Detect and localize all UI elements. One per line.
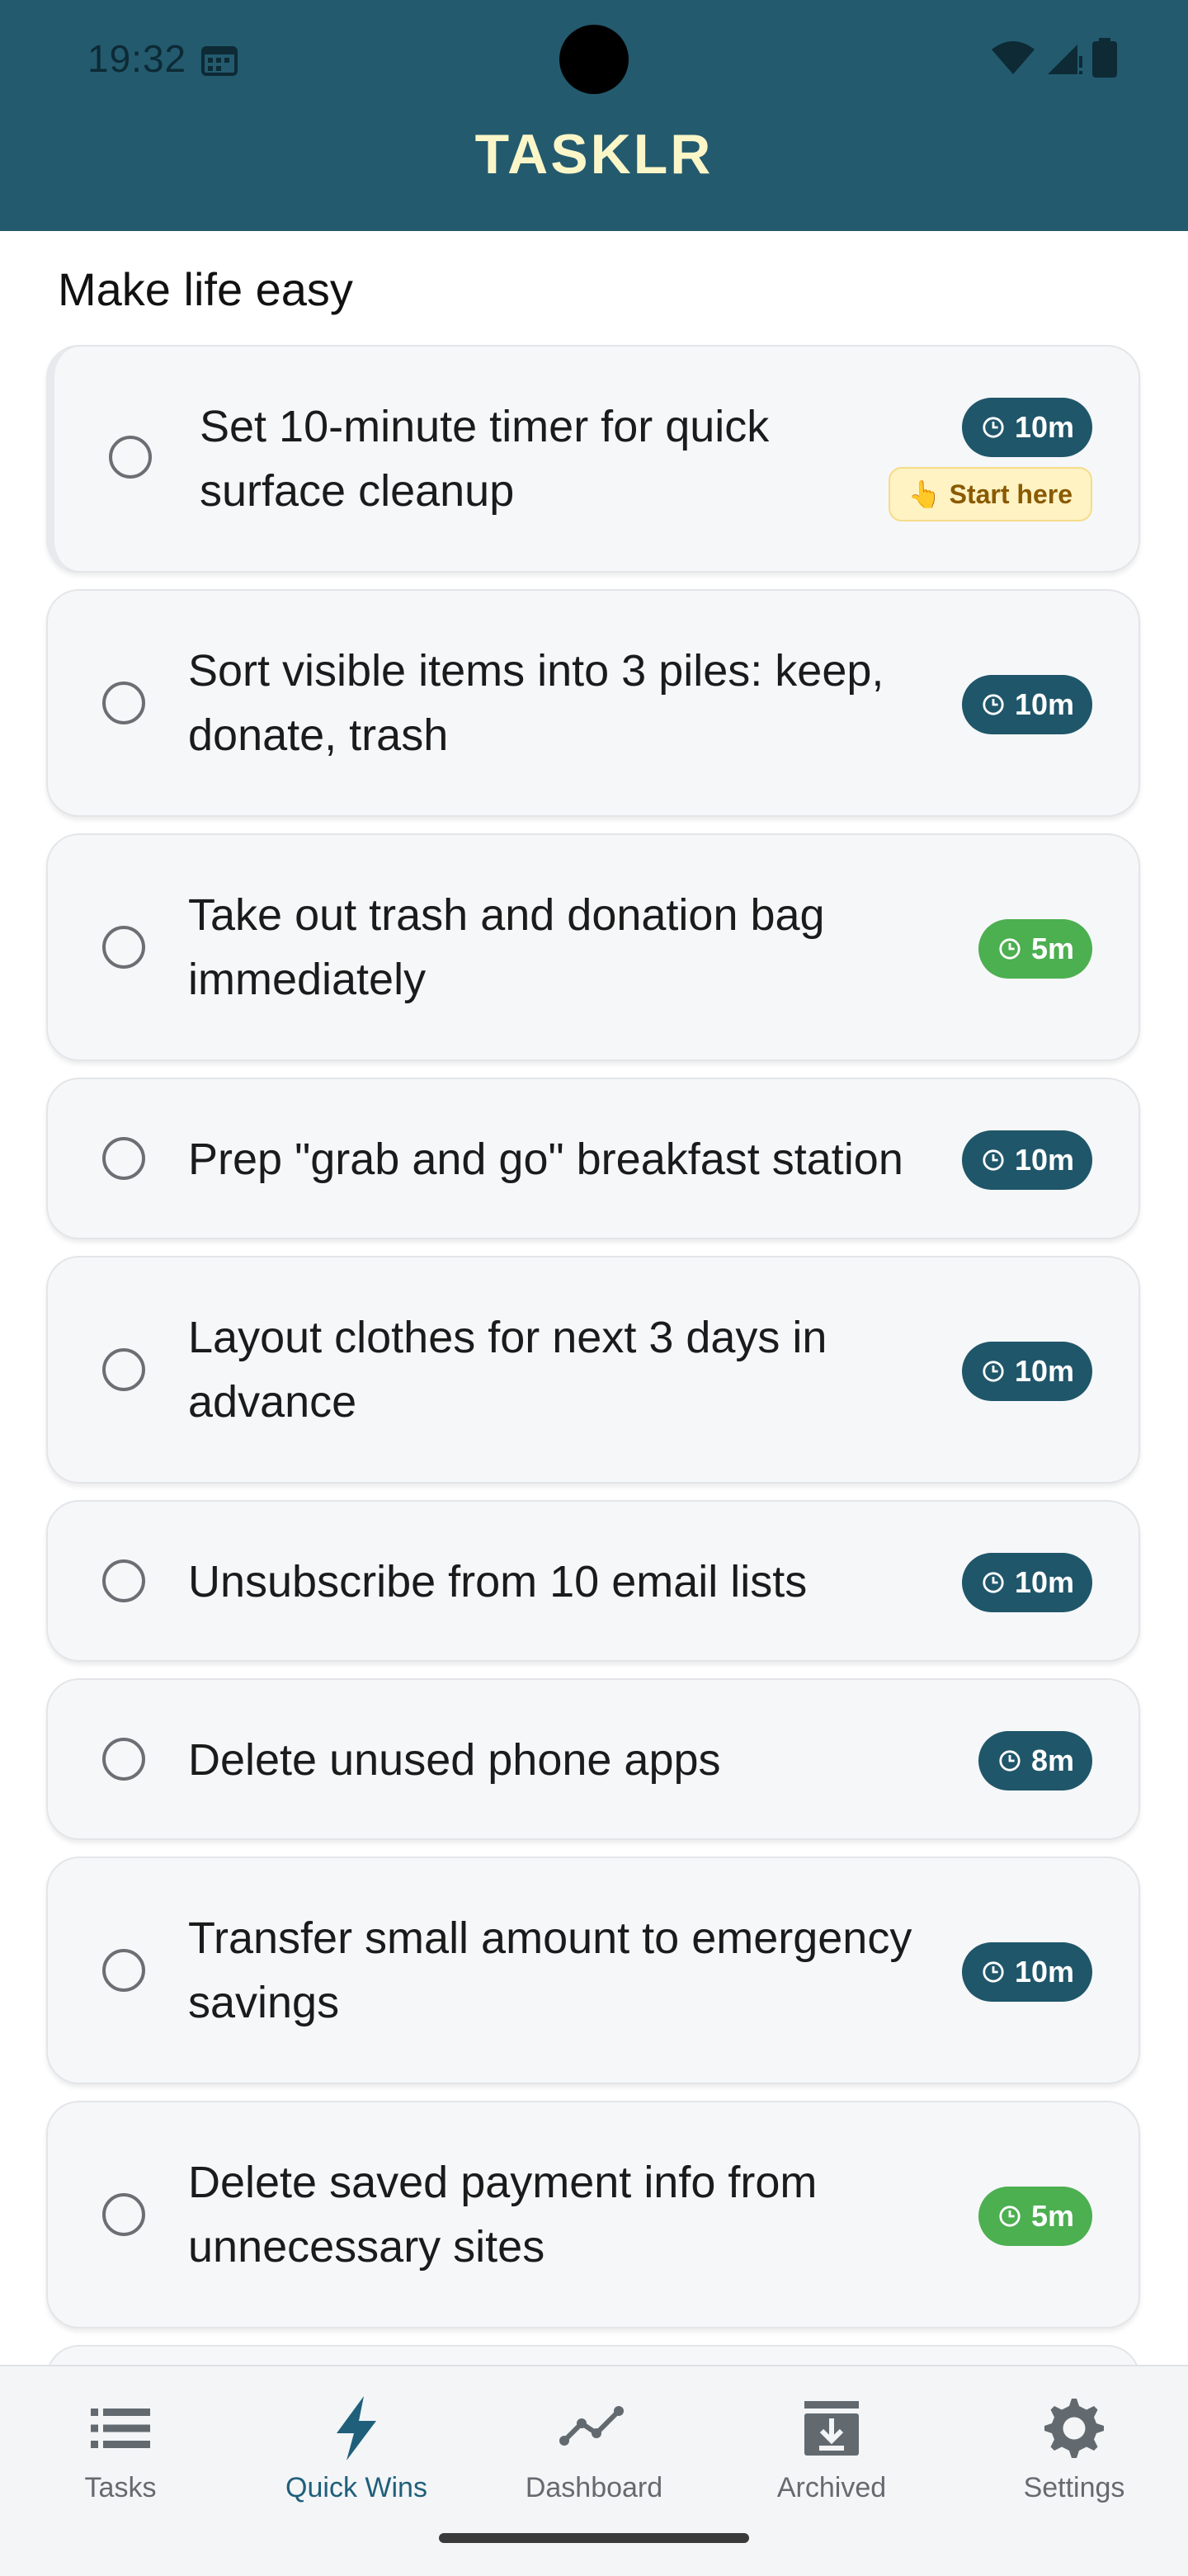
duration-badge: 8m [978, 1731, 1092, 1790]
task-text: Transfer small amount to emergency savin… [188, 1913, 912, 2027]
hint-label: Start here [949, 479, 1072, 509]
duration-label: 10m [1014, 1565, 1074, 1599]
task-text: Sort visible items into 3 piles: keep, d… [188, 646, 884, 760]
task-text: Delete saved payment info from unnecessa… [188, 2158, 818, 2272]
list-icon [91, 2409, 150, 2448]
duration-badge: 10m [961, 1942, 1092, 2002]
task-text: Delete unused phone apps [188, 1735, 721, 1785]
task-card[interactable]: Transfer small amount to emergency savin… [46, 1857, 1140, 2084]
clock-icon [999, 938, 1021, 960]
duration-badge: 10m [961, 1342, 1092, 1401]
task-card[interactable]: Delete unused phone apps 8m [46, 1678, 1140, 1840]
task-card[interactable]: Prep "grab and go" breakfast station 10m [46, 1078, 1140, 1239]
task-checkbox[interactable] [102, 1738, 145, 1781]
duration-label: 10m [1014, 1955, 1074, 1989]
duration-badge: 5m [978, 919, 1092, 979]
task-checkbox[interactable] [102, 1348, 145, 1391]
lightning-icon [337, 2396, 376, 2460]
duration-label: 10m [1014, 1354, 1074, 1388]
task-checkbox[interactable] [109, 436, 152, 479]
clock-icon [983, 1961, 1004, 1983]
task-card[interactable]: Delete saved payment info from unnecessa… [46, 2101, 1140, 2328]
task-card[interactable]: Set 10-minute timer for quick surface cl… [46, 345, 1140, 573]
clock-icon [983, 417, 1004, 438]
nav-label: Tasks [84, 2472, 157, 2503]
task-checkbox[interactable] [102, 1949, 145, 1992]
task-text: Set 10-minute timer for quick surface cl… [200, 402, 770, 516]
nav-label: Dashboard [525, 2472, 663, 2503]
clock-icon [983, 1361, 1004, 1382]
task-card[interactable]: Sort visible items into 3 piles: keep, d… [46, 589, 1140, 817]
task-checkbox[interactable] [102, 2193, 145, 2236]
clock-icon [983, 694, 1004, 715]
duration-label: 5m [1030, 932, 1074, 965]
clock-icon [999, 2206, 1021, 2227]
duration-label: 10m [1014, 687, 1074, 721]
clock-icon [983, 1149, 1004, 1171]
task-checkbox[interactable] [102, 682, 145, 724]
status-icons [990, 38, 1117, 78]
nav-label: Quick Wins [285, 2472, 427, 2503]
wifi-icon [992, 41, 1035, 74]
home-indicator[interactable] [439, 2533, 749, 2543]
duration-label: 10m [1014, 410, 1074, 444]
battery-icon [1092, 38, 1117, 78]
camera-cutout [559, 25, 629, 94]
status-time: 19:32 [87, 37, 187, 80]
pointing-hand-icon: 👆 [908, 479, 941, 509]
duration-badge: 10m [961, 675, 1092, 734]
cell-signal-icon [1048, 45, 1082, 74]
duration-label: 10m [1014, 1143, 1074, 1177]
duration-badge: 10m [961, 1130, 1092, 1190]
calendar-icon [201, 46, 238, 76]
chart-line-icon [559, 2406, 624, 2446]
duration-label: 5m [1030, 2199, 1074, 2233]
task-text: Prep "grab and go" breakfast station [188, 1135, 903, 1184]
app-title: TASKLR [474, 123, 714, 186]
duration-badge: 10m [961, 398, 1092, 457]
task-card[interactable]: Layout clothes for next 3 days in advanc… [46, 1256, 1140, 1484]
task-text: Layout clothes for next 3 days in advanc… [188, 1313, 827, 1427]
nav-item-quick-wins[interactable]: Quick Wins [257, 2391, 455, 2504]
archive-icon [804, 2401, 859, 2456]
nav-label: Archived [776, 2472, 887, 2503]
task-card[interactable]: Take out trash and donation bag immediat… [46, 833, 1140, 1061]
bottom-navigation: Tasks Quick Wins Dashboard Archived Sett… [0, 2365, 1188, 2576]
duration-badge: 5m [978, 2187, 1092, 2246]
task-checkbox[interactable] [102, 1559, 145, 1602]
task-text: Unsubscribe from 10 email lists [188, 1557, 808, 1606]
nav-item-archived[interactable]: Archived [733, 2391, 931, 2504]
nav-label: Settings [1023, 2472, 1125, 2503]
nav-item-dashboard[interactable]: Dashboard [495, 2391, 693, 2504]
clock-icon [983, 1572, 1004, 1593]
duration-label: 8m [1030, 1743, 1074, 1777]
nav-item-settings[interactable]: Settings [975, 2391, 1173, 2504]
clock-icon [999, 1750, 1021, 1772]
task-text: Take out trash and donation bag immediat… [188, 890, 825, 1004]
start-here-hint: 👆 Start here [888, 467, 1092, 521]
gear-icon [1044, 2399, 1104, 2458]
task-checkbox[interactable] [102, 1137, 145, 1180]
nav-item-tasks[interactable]: Tasks [21, 2391, 219, 2504]
app-header: 19:32 TASKLR [0, 0, 1188, 231]
section-title: Make life easy [58, 263, 353, 315]
task-checkbox[interactable] [102, 926, 145, 969]
duration-badge: 10m [961, 1553, 1092, 1612]
task-card[interactable]: Unsubscribe from 10 email lists 10m [46, 1500, 1140, 1662]
